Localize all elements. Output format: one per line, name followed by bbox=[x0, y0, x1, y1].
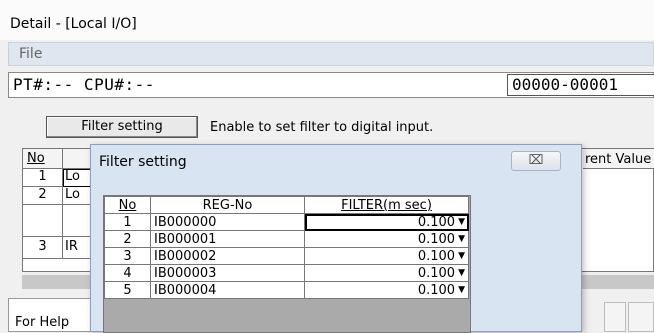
table-row-no: 1 bbox=[23, 169, 63, 187]
column-header-no: No bbox=[23, 149, 63, 169]
close-icon: ⌧ bbox=[528, 153, 544, 168]
row-reg-no: IB000001 bbox=[150, 230, 305, 248]
filter-value-select[interactable]: 0.100 ▼ bbox=[304, 213, 469, 231]
row-reg-no: IB000004 bbox=[150, 281, 305, 299]
menu-file[interactable]: File bbox=[19, 46, 42, 62]
range-field[interactable]: 00000-00001 bbox=[507, 74, 654, 96]
column-header-name bbox=[63, 149, 93, 169]
table-row-name[interactable] bbox=[63, 205, 93, 237]
table-row-name[interactable]: IR bbox=[63, 237, 93, 259]
status-panel bbox=[628, 302, 654, 332]
table-row: 2 IB000001 0.100 ▼ bbox=[104, 230, 469, 248]
column-header-current-value: rent Value bbox=[583, 149, 654, 169]
filter-value-select[interactable]: 0.100 ▼ bbox=[304, 281, 469, 299]
filter-setting-dialog: Filter setting ⌧ No REG-No FILTER(m sec)… bbox=[90, 144, 582, 333]
row-reg-no: IB000000 bbox=[150, 213, 305, 231]
table-row: 3 IB000002 0.100 ▼ bbox=[104, 247, 469, 265]
row-no: 5 bbox=[104, 281, 151, 299]
filter-value-select[interactable]: 0.100 ▼ bbox=[304, 247, 469, 265]
filter-value-select[interactable]: 0.100 ▼ bbox=[304, 230, 469, 248]
filter-setting-button[interactable]: Filter setting bbox=[46, 116, 198, 138]
chevron-down-icon[interactable]: ▼ bbox=[458, 285, 465, 295]
window-title: Detail - [Local I/O] bbox=[0, 0, 654, 40]
filter-value-select[interactable]: 0.100 ▼ bbox=[304, 264, 469, 282]
filter-hint-text: Enable to set filter to digital input. bbox=[210, 120, 434, 135]
pt-cpu-label: PT#:-- CPU#:-- bbox=[13, 75, 155, 94]
table-row-no: 3 bbox=[23, 237, 63, 259]
table-header-row: No REG-No FILTER(m sec) bbox=[104, 196, 469, 214]
chevron-down-icon[interactable]: ▼ bbox=[458, 268, 465, 278]
row-reg-no: IB000002 bbox=[150, 247, 305, 265]
table-row: 1 IB000000 0.100 ▼ bbox=[104, 213, 469, 231]
chevron-down-icon[interactable]: ▼ bbox=[458, 217, 465, 227]
status-panel bbox=[604, 302, 626, 332]
dialog-title: Filter setting bbox=[99, 154, 187, 170]
table-row: 5 IB000004 0.100 ▼ bbox=[104, 281, 469, 299]
column-header-reg-no: REG-No bbox=[150, 196, 305, 214]
row-no: 1 bbox=[104, 213, 151, 231]
row-no: 3 bbox=[104, 247, 151, 265]
table-row-no bbox=[23, 205, 63, 237]
row-reg-no: IB000003 bbox=[150, 264, 305, 282]
row-no: 2 bbox=[104, 230, 151, 248]
table-row-no: 2 bbox=[23, 187, 63, 205]
chevron-down-icon[interactable]: ▼ bbox=[458, 234, 465, 244]
chevron-down-icon[interactable]: ▼ bbox=[458, 251, 465, 261]
column-header-filter: FILTER(m sec) bbox=[304, 196, 469, 214]
filter-table: No REG-No FILTER(m sec) 1 IB000000 0.100… bbox=[104, 196, 469, 299]
table-row-name[interactable]: Lo bbox=[63, 187, 93, 205]
table-row-name[interactable]: Lo bbox=[63, 169, 93, 187]
column-header-no: No bbox=[104, 196, 151, 214]
table-row: 4 IB000003 0.100 ▼ bbox=[104, 264, 469, 282]
close-button[interactable]: ⌧ bbox=[511, 151, 561, 171]
filter-grid: No REG-No FILTER(m sec) 1 IB000000 0.100… bbox=[103, 195, 471, 333]
pt-cpu-bar: PT#:-- CPU#:-- 00000-00001 bbox=[8, 72, 654, 98]
menu-bar: File bbox=[8, 42, 654, 66]
row-no: 4 bbox=[104, 264, 151, 282]
